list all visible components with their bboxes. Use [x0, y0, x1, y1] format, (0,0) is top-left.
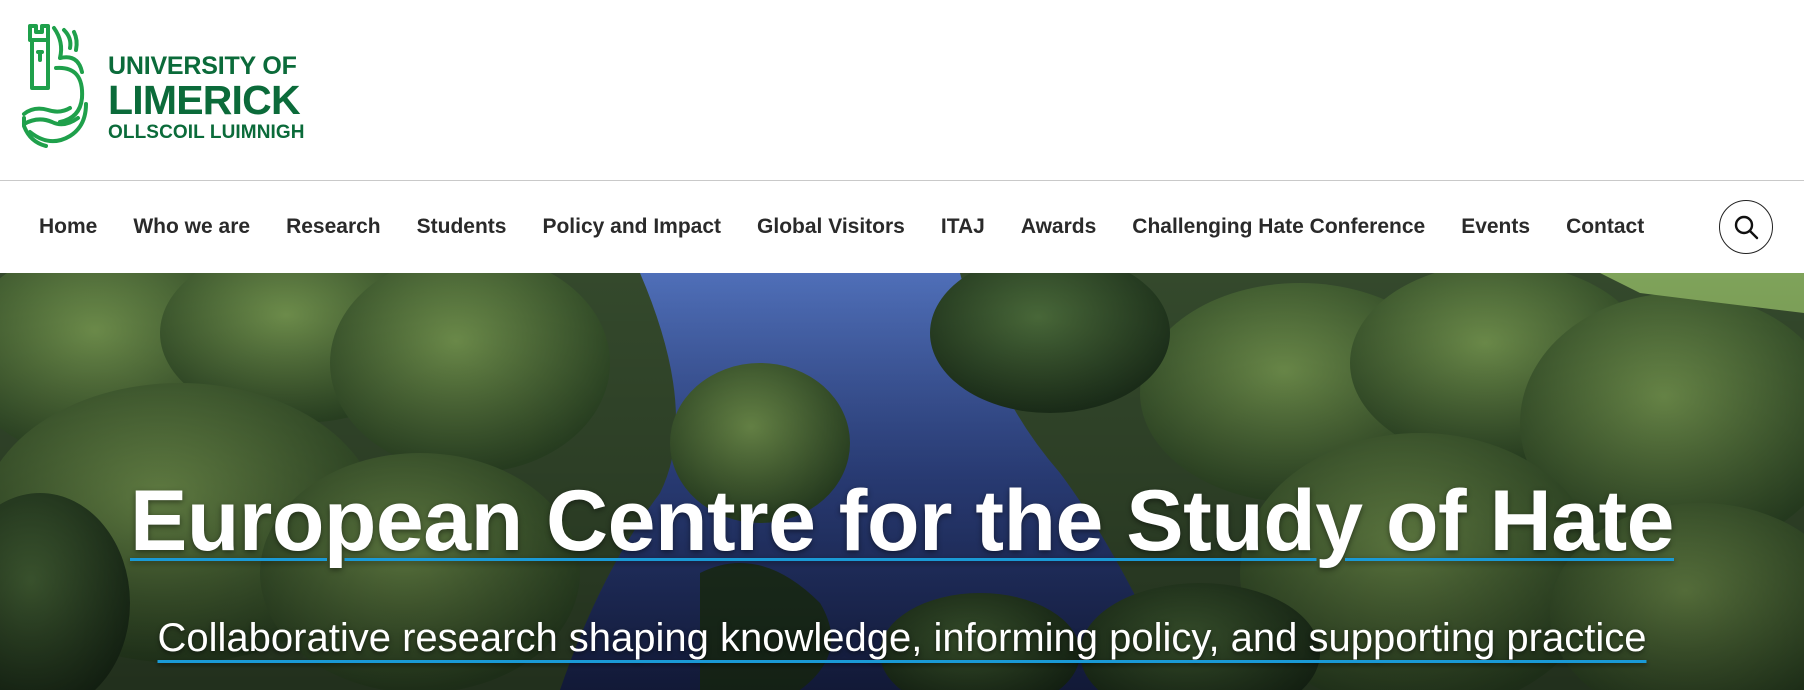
site-header: UNIVERSITY OF LIMERICK OLLSCOIL LUIMNIGH — [0, 0, 1804, 181]
hero-title-text[interactable]: European Centre for the Study of Hate — [130, 473, 1675, 569]
hero-subtitle: Collaborative research shaping knowledge… — [0, 616, 1804, 661]
university-crest-icon — [22, 24, 88, 148]
nav-item-policy-and-impact[interactable]: Policy and Impact — [524, 215, 739, 239]
university-logo-link[interactable]: UNIVERSITY OF LIMERICK OLLSCOIL LUIMNIGH — [20, 18, 305, 148]
nav-item-who-we-are[interactable]: Who we are — [115, 215, 268, 239]
nav-item-global-visitors[interactable]: Global Visitors — [739, 215, 923, 239]
nav-item-itaj[interactable]: ITAJ — [923, 215, 1003, 239]
search-icon — [1734, 215, 1759, 240]
main-navigation: Home Who we are Research Students Policy… — [0, 181, 1804, 273]
nav-item-home[interactable]: Home — [21, 215, 115, 239]
nav-item-awards[interactable]: Awards — [1003, 215, 1114, 239]
logo-wordmark: UNIVERSITY OF LIMERICK OLLSCOIL LUIMNIGH — [108, 52, 305, 143]
search-button[interactable] — [1719, 200, 1773, 254]
logo-line-irish-name: OLLSCOIL LUIMNIGH — [108, 122, 305, 143]
nav-item-students[interactable]: Students — [399, 215, 525, 239]
hero-subtitle-text[interactable]: Collaborative research shaping knowledge… — [158, 616, 1647, 660]
nav-item-challenging-hate-conference[interactable]: Challenging Hate Conference — [1114, 215, 1443, 239]
nav-item-research[interactable]: Research — [268, 215, 399, 239]
logo-line-limerick: LIMERICK — [108, 77, 301, 123]
nav-item-contact[interactable]: Contact — [1548, 215, 1662, 239]
logo-line-university-of: UNIVERSITY OF — [108, 52, 297, 80]
hero-title: European Centre for the Study of Hate — [0, 478, 1804, 564]
nav-item-events[interactable]: Events — [1443, 215, 1548, 239]
